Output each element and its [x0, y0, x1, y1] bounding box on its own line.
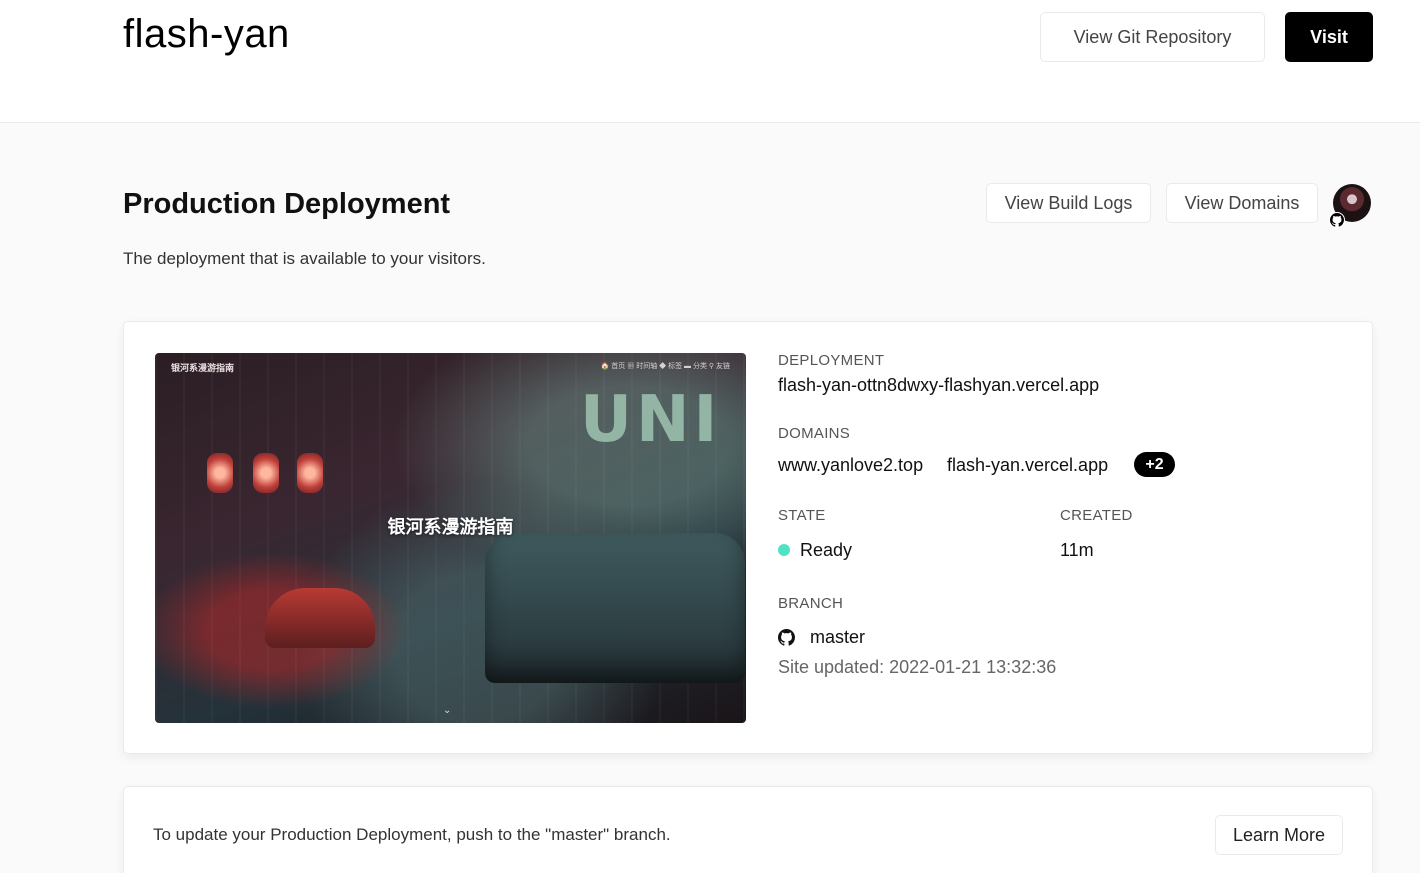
- created-label: CREATED: [1060, 507, 1133, 524]
- visit-button[interactable]: Visit: [1285, 12, 1373, 62]
- deployment-preview-image[interactable]: UNI 银河系漫游指南 🏠 首页 ▦ 时间轴 ◆ 标签 ▬ 分类 ⚲ 友链 银河…: [155, 353, 746, 723]
- state-value: Ready: [800, 540, 853, 560]
- status-dot-icon: [778, 544, 790, 556]
- view-domains-button[interactable]: View Domains: [1166, 183, 1318, 223]
- view-git-repository-button[interactable]: View Git Repository: [1040, 12, 1265, 62]
- preview-brand: 银河系漫游指南: [171, 363, 235, 373]
- learn-more-button[interactable]: Learn More: [1215, 815, 1343, 855]
- github-icon: [778, 629, 795, 646]
- view-build-logs-button[interactable]: View Build Logs: [986, 183, 1151, 223]
- state-label: STATE: [778, 507, 826, 524]
- deployment-label: DEPLOYMENT: [778, 352, 885, 369]
- lantern-decoration: [297, 453, 323, 493]
- preview-center-title: 银河系漫游指南: [387, 517, 514, 537]
- info-text: To update your Production Deployment, pu…: [153, 825, 671, 844]
- preview-motorcycle: [265, 588, 375, 648]
- preview-taxi: [485, 533, 745, 683]
- lantern-decoration: [207, 453, 233, 493]
- domains-label: DOMAINS: [778, 425, 851, 442]
- chevron-down-icon: ⌄: [443, 705, 452, 716]
- section-subtitle: The deployment that is available to your…: [123, 249, 486, 268]
- github-icon: [1329, 212, 1345, 228]
- branch-link[interactable]: master: [810, 627, 865, 648]
- created-value: 11m: [1060, 540, 1094, 560]
- lantern-decoration: [253, 453, 279, 493]
- deployment-url-link[interactable]: flash-yan-ottn8dwxy-flashyan.vercel.app: [778, 375, 1099, 396]
- domain-link[interactable]: www.yanlove2.top: [778, 455, 923, 476]
- preview-neon-sign: UNI: [580, 383, 722, 457]
- commit-message[interactable]: Site updated: 2022-01-21 13:32:36: [778, 657, 1056, 678]
- more-domains-badge[interactable]: +2: [1134, 452, 1175, 477]
- section-title: Production Deployment: [123, 188, 451, 220]
- preview-nav: 🏠 首页 ▦ 时间轴 ◆ 标签 ▬ 分类 ⚲ 友链: [600, 363, 730, 370]
- branch-label: BRANCH: [778, 595, 844, 612]
- top-bar: flash-yan View Git Repository Visit: [0, 0, 1420, 123]
- project-title: flash-yan: [123, 12, 290, 56]
- domain-link[interactable]: flash-yan.vercel.app: [947, 455, 1108, 476]
